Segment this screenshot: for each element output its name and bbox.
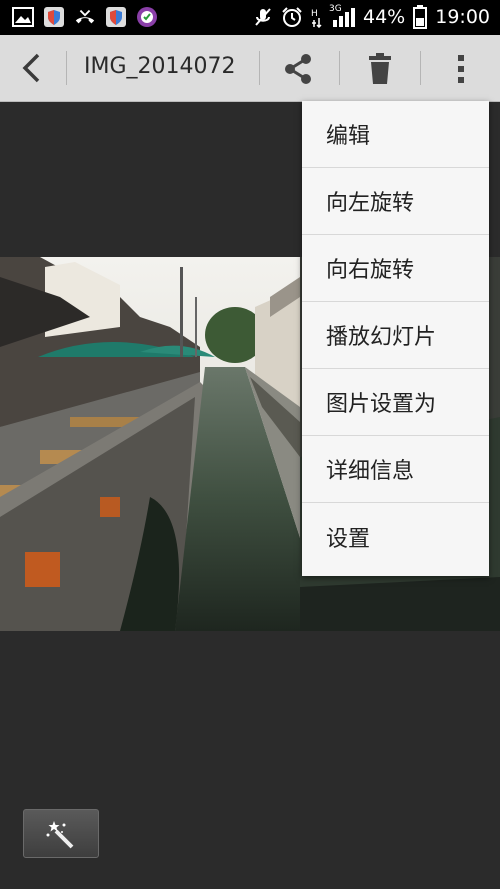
- status-bar: H 3G 44% 19:00: [0, 0, 500, 35]
- menu-item-rotate-right[interactable]: 向右旋转: [302, 235, 489, 302]
- svg-text:H: H: [311, 9, 318, 19]
- battery-percent: 44%: [363, 6, 406, 28]
- alarm-icon: [282, 7, 302, 27]
- magic-wand-icon: [46, 820, 74, 848]
- notification-icons: [12, 6, 158, 28]
- divider: [339, 51, 340, 85]
- menu-item-settings[interactable]: 设置: [302, 503, 489, 570]
- share-button[interactable]: [278, 49, 318, 89]
- back-button[interactable]: [14, 50, 50, 86]
- trash-icon: [369, 53, 391, 84]
- menu-item-set-picture-as[interactable]: 图片设置为: [302, 369, 489, 436]
- overflow-menu-button[interactable]: [441, 49, 481, 89]
- menu-item-details[interactable]: 详细信息: [302, 436, 489, 503]
- auto-enhance-button[interactable]: [23, 809, 99, 858]
- network-type: 3G: [329, 4, 342, 14]
- security-shield-icon: [43, 6, 65, 28]
- overflow-menu-icon: [458, 55, 464, 83]
- divider: [259, 51, 260, 85]
- delete-button[interactable]: [360, 49, 400, 89]
- back-arrow-icon: [22, 53, 40, 83]
- hplus-icon: H: [311, 9, 322, 28]
- share-icon: [285, 54, 311, 84]
- menu-item-slideshow[interactable]: 播放幻灯片: [302, 302, 489, 369]
- mute-icon: [255, 8, 271, 26]
- menu-item-edit[interactable]: 编辑: [302, 101, 489, 168]
- divider: [66, 51, 67, 85]
- system-indicators: H 3G 44% 19:00: [253, 4, 490, 29]
- gallery-notification-icon: [12, 6, 34, 28]
- missed-call-icon: [74, 6, 96, 28]
- security-shield-icon-2: [105, 6, 127, 28]
- menu-item-rotate-left[interactable]: 向左旋转: [302, 168, 489, 235]
- clock: 19:00: [435, 6, 490, 28]
- battery-icon: [413, 5, 428, 29]
- divider: [420, 51, 421, 85]
- image-title: IMG_2014072: [84, 54, 236, 79]
- app-check-icon: [136, 6, 158, 28]
- action-bar: IMG_2014072: [0, 35, 500, 102]
- overflow-menu: 编辑 向左旋转 向右旋转 播放幻灯片 图片设置为 详细信息 设置: [302, 101, 489, 576]
